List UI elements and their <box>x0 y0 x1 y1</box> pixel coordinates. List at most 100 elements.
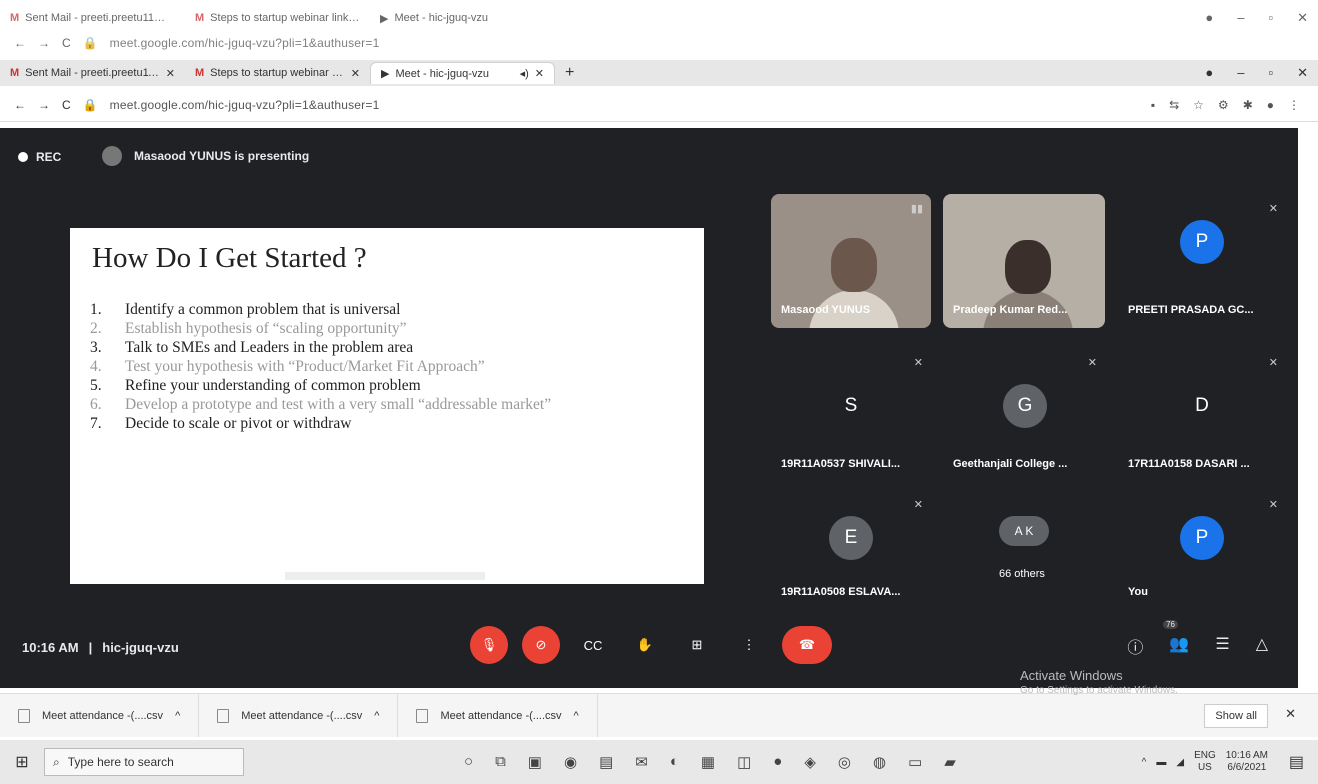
list-item: 7. Decide to scale or pivot or withdraw <box>90 415 352 432</box>
activities-icon[interactable]: △ <box>1256 634 1268 658</box>
lock-icon: 🔒 <box>82 97 98 112</box>
tab-close-icon[interactable]: ✕ <box>166 67 175 80</box>
participant-tile[interactable]: ✕ P PREETI PRASADA GC... <box>1118 194 1286 328</box>
menu-icon[interactable]: ⋮ <box>1288 98 1300 112</box>
bg-tab-2[interactable]: ▶ Meet - hic-jguq-vzu <box>370 7 555 29</box>
minimize-icon[interactable]: – <box>1237 65 1244 81</box>
tab-meet[interactable]: ▶ Meet - hic-jguq-vzu ◂) ✕ <box>370 62 555 84</box>
task-view-icon[interactable]: ⧉ <box>495 753 506 771</box>
extension-icon[interactable]: ⚙ <box>1218 98 1229 112</box>
app-icon[interactable]: ▰ <box>944 753 956 771</box>
file-icon <box>18 708 30 723</box>
raise-hand-button[interactable]: ✋ <box>626 626 664 664</box>
captions-button[interactable]: CC <box>574 626 612 664</box>
lock-icon: 🔒 <box>82 36 98 50</box>
close-icon[interactable]: ✕ <box>1297 65 1308 81</box>
restore-icon[interactable]: ▫ <box>1268 10 1273 26</box>
edge-icon[interactable]: ◐ <box>670 753 679 771</box>
leave-call-button[interactable]: ☎ <box>782 626 832 664</box>
profile-icon[interactable]: ● <box>1267 98 1274 112</box>
app-icon[interactable]: ◎ <box>838 753 851 771</box>
screenshot-root: { "browser_back": { "tabs": [ {"icon":"M… <box>0 0 1318 784</box>
participant-tile[interactable]: ✕ E 19R11A0508 ESLAVA... <box>771 490 931 610</box>
zoom-icon[interactable]: ▣ <box>528 753 542 771</box>
store-icon[interactable]: ▤ <box>599 753 613 771</box>
chrome-icon[interactable]: ◉ <box>564 753 577 771</box>
minimize-icon[interactable]: – <box>1237 10 1244 26</box>
app-icon[interactable]: ◫ <box>737 753 751 771</box>
wifi-icon: ◢ <box>1176 756 1185 768</box>
forward-icon[interactable]: → <box>38 98 50 112</box>
download-item[interactable]: Meet attendance -(....csv ^ <box>398 694 598 737</box>
url-field[interactable]: meet.google.com/hic-jguq-vzu?pli=1&authu… <box>110 98 380 112</box>
person-face <box>1005 240 1051 294</box>
new-tab-button[interactable]: + <box>565 64 574 82</box>
tab-close-icon[interactable]: ✕ <box>535 67 544 80</box>
chat-icon[interactable]: ☰ <box>1215 634 1229 658</box>
app-icon[interactable]: ● <box>773 753 782 771</box>
close-icon[interactable]: ✕ <box>1297 10 1308 26</box>
address-bar: ← → C 🔒 meet.google.com/hic-jguq-vzu?pli=1&… <box>0 88 1318 122</box>
mic-off-icon: ✕ <box>1268 357 1278 369</box>
more-options-icon[interactable]: ⋮ <box>730 626 768 664</box>
present-button[interactable]: ⊞ <box>678 626 716 664</box>
mail-icon[interactable]: ✉ <box>635 753 648 771</box>
app-icon[interactable]: ▦ <box>701 753 715 771</box>
bg-tab-0[interactable]: M Sent Mail - preeti.preetu11@gm <box>0 7 185 29</box>
app-icon[interactable]: ◍ <box>873 753 886 771</box>
close-icon[interactable]: ✕ <box>1285 706 1296 722</box>
back-icon[interactable]: ← <box>14 98 26 112</box>
chevron-up-icon[interactable]: ^ <box>175 710 180 722</box>
list-item: 5. Refine your understanding of common pr… <box>90 377 421 394</box>
forward-icon[interactable]: → <box>38 36 50 50</box>
participant-tile[interactable]: ▮▮ Masaood YUNUS <box>771 194 931 328</box>
list-item: 6. Develop a prototype and test with a ve… <box>90 396 552 413</box>
self-tile[interactable]: ✕ P You <box>1118 490 1286 610</box>
account-icon[interactable]: ● <box>1205 65 1213 81</box>
participant-tile[interactable]: ✕ S 19R11A0537 SHIVALI... <box>771 348 931 482</box>
info-icon[interactable]: ⓘ <box>1127 634 1143 658</box>
lang-indicator[interactable]: ENG US <box>1194 750 1216 774</box>
participant-tile[interactable]: ✕ G Geethanjali College ... <box>943 348 1105 482</box>
translate-icon[interactable]: ⇆ <box>1169 98 1179 112</box>
chevron-up-icon[interactable]: ^ <box>1142 757 1147 768</box>
bg-url[interactable]: meet.google.com/hic-jguq-vzu?pli=1&authu… <box>110 36 380 50</box>
others-tile[interactable]: A K 66 others <box>943 490 1105 610</box>
participant-tile[interactable]: ✕ D 17R11A0158 DASARI ... <box>1118 348 1286 482</box>
star-icon[interactable]: ☆ <box>1193 98 1204 112</box>
chevron-up-icon[interactable]: ^ <box>374 710 379 722</box>
windows-start-icon[interactable]: ⊞ <box>0 752 44 772</box>
tab-close-icon[interactable]: ✕ <box>351 67 360 80</box>
account-icon[interactable]: ● <box>1205 10 1213 26</box>
download-item[interactable]: Meet attendance -(....csv ^ <box>0 694 200 737</box>
tab-sent-mail[interactable]: MSent Mail - preeti.preetu11@gm✕ <box>0 62 185 84</box>
taskbar-search[interactable]: ⌕ Type here to search <box>44 748 244 776</box>
notification-icon[interactable]: ▤ <box>1289 752 1304 772</box>
back-icon[interactable]: ← <box>14 36 26 50</box>
restore-icon[interactable]: ▫ <box>1268 65 1273 81</box>
meeting-info: 10:16 AM | hic-jguq-vzu <box>22 640 179 655</box>
download-item[interactable]: Meet attendance -(....csv ^ <box>199 694 399 737</box>
cortana-icon[interactable]: ○ <box>464 753 473 771</box>
participant-tile[interactable]: Pradeep Kumar Red... <box>943 194 1105 328</box>
clock[interactable]: 10:16 AM 6/6/2021 <box>1226 750 1268 774</box>
call-controls: 🎙 ⊘ CC ✋ ⊞ ⋮ ☎ <box>470 626 832 664</box>
taskbar-apps: ○ ⧉ ▣ ◉ ▤ ✉ ◐ ▦ ◫ ● ◈ ◎ ◍ ▭ ▰ <box>464 753 956 771</box>
reload-icon[interactable]: C <box>62 36 71 50</box>
camera-off-button[interactable]: ⊘ <box>522 626 560 664</box>
list-item: 4. Test your hypothesis with “Product/Mar… <box>90 358 485 375</box>
people-icon[interactable]: 👥 <box>1169 634 1189 658</box>
chevron-up-icon[interactable]: ^ <box>574 710 579 722</box>
mic-off-icon: ✕ <box>913 357 923 369</box>
show-all-button[interactable]: Show all <box>1204 704 1268 728</box>
camera-icon[interactable]: ▪ <box>1151 98 1155 112</box>
reload-icon[interactable]: C <box>62 98 71 112</box>
mic-off-button[interactable]: 🎙 <box>470 626 508 664</box>
bg-tab-1[interactable]: M Steps to startup webinar link - p <box>185 7 370 29</box>
file-explorer-icon[interactable]: ▭ <box>908 753 922 771</box>
list-item: 3. Talk to SMEs and Leaders in the proble… <box>90 339 414 356</box>
tab-webinar[interactable]: MSteps to startup webinar link - p✕ <box>185 62 370 84</box>
file-icon <box>217 708 230 723</box>
puzzle-icon[interactable]: ✱ <box>1243 98 1253 112</box>
app-icon[interactable]: ◈ <box>804 753 816 771</box>
